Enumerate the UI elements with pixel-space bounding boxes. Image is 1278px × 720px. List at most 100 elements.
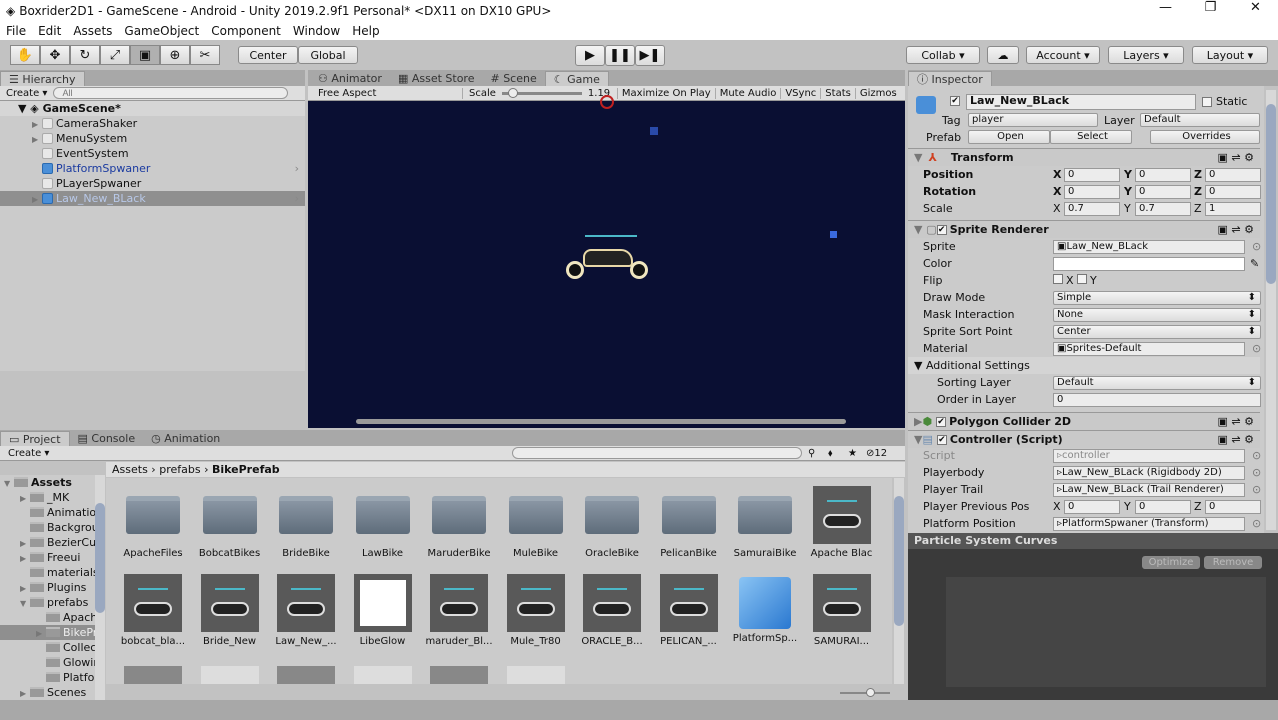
maximize-button[interactable]: ❐ xyxy=(1188,0,1233,15)
layer-dropdown[interactable]: Default xyxy=(1140,113,1260,127)
folder-tree-item[interactable]: Animation xyxy=(0,505,95,520)
hierarchy-item[interactable]: ▶ MenuSystem xyxy=(0,131,305,146)
pivot-global-button[interactable]: Global xyxy=(298,46,358,64)
playerbody-object-field[interactable]: ▹Law_New_BLack (Rigidbody 2D) xyxy=(1053,465,1245,480)
play-button[interactable]: ▶ xyxy=(575,45,605,66)
tab-asset-store[interactable]: ▦ Asset Store xyxy=(390,71,483,86)
project-search-input[interactable] xyxy=(512,447,802,459)
hierarchy-create-button[interactable]: Create ▾ xyxy=(0,88,53,99)
prefab-item[interactable] xyxy=(195,666,265,684)
sort_point-dropdown[interactable]: Center ⬍ xyxy=(1053,324,1261,339)
game-viewport[interactable] xyxy=(308,95,905,428)
inspector-scrollbar[interactable] xyxy=(1266,90,1276,530)
breadcrumb-prefabs[interactable]: prefabs xyxy=(159,463,200,476)
scene-root[interactable]: ▼ ◈ GameScene* xyxy=(0,101,305,116)
account-dropdown[interactable]: Account ▾ xyxy=(1026,46,1100,64)
menu-assets[interactable]: Assets xyxy=(67,24,118,38)
controller-header[interactable]: ▼ ▤ ✔ Controller (Script) ▣ ⇌ ⚙ xyxy=(908,430,1260,448)
expand-arrow-icon[interactable]: ▶ xyxy=(36,626,46,641)
folder-tree-item[interactable]: Background xyxy=(0,520,95,535)
transform-x-field[interactable]: 0 xyxy=(1064,167,1120,182)
folder-item[interactable]: MaruderBike xyxy=(424,496,494,559)
transform-z-field[interactable]: 0 xyxy=(1205,167,1261,182)
component-settings-icon[interactable]: ▣ ⇌ ⚙ xyxy=(1218,415,1254,428)
rect-tool-icon[interactable]: ▣ xyxy=(130,45,160,65)
prefab-item[interactable] xyxy=(501,666,571,684)
tab-project[interactable]: ▭ Project xyxy=(0,431,70,446)
expand-arrow-icon[interactable]: ▶ xyxy=(20,491,30,506)
pause-button[interactable]: ❚❚ xyxy=(605,45,635,66)
prefab-item[interactable] xyxy=(271,666,341,684)
prev-pos-y-field[interactable]: 0 xyxy=(1135,499,1191,514)
icon-size-slider[interactable] xyxy=(840,688,890,697)
folder-tree-item[interactable]: ▶BikePrefab xyxy=(0,625,95,640)
tab-scene[interactable]: # Scene xyxy=(482,71,544,86)
sprite-renderer-enabled-checkbox[interactable]: ✔ xyxy=(936,224,947,235)
draw_mode-dropdown[interactable]: Simple ⬍ xyxy=(1053,290,1261,305)
folder-tree-scrollbar[interactable] xyxy=(95,475,105,700)
object-picker-icon[interactable]: ⊙ xyxy=(1252,483,1261,496)
transform-y-field[interactable]: 0 xyxy=(1135,184,1191,199)
script-object-field[interactable]: ▹controller xyxy=(1053,448,1245,463)
tab-animation[interactable]: ◷ Animation xyxy=(143,431,228,446)
stats-toggle[interactable]: Stats xyxy=(821,87,856,99)
minimize-button[interactable]: — xyxy=(1143,0,1188,15)
object-picker-icon[interactable]: ⊙ xyxy=(1252,517,1261,530)
menu-component[interactable]: Component xyxy=(205,24,287,38)
remove-button[interactable]: Remove xyxy=(1204,556,1262,569)
folder-tree-item[interactable]: Apache xyxy=(0,610,95,625)
folder-tree-item[interactable]: Glowing xyxy=(0,655,95,670)
folder-tree-item[interactable]: ▼ prefabs xyxy=(0,595,95,610)
chevron-right-icon[interactable]: › xyxy=(295,191,299,206)
hierarchy-item[interactable]: ▶ Law_New_BLack › xyxy=(0,191,305,206)
transform-y-field[interactable]: 0.7 xyxy=(1135,201,1191,216)
controller-enabled-checkbox[interactable]: ✔ xyxy=(936,434,947,445)
prefab-item[interactable]: LibeGlow xyxy=(348,574,418,647)
horizontal-scrollbar[interactable] xyxy=(356,419,846,424)
polygon-collider-header[interactable]: ▶ ⬢ ✔ Polygon Collider 2D ▣ ⇌ ⚙ xyxy=(908,412,1260,430)
object-picker-icon[interactable]: ⊙ xyxy=(1252,466,1261,479)
maximize-on-play-toggle[interactable]: Maximize On Play xyxy=(618,87,716,99)
scale-slider[interactable] xyxy=(501,87,582,98)
trail-object-field[interactable]: ▹Law_New_BLack (Trail Renderer) xyxy=(1053,482,1245,497)
folder-tree-item[interactable]: materials xyxy=(0,565,95,580)
material-object-field[interactable]: ▣Sprites-Default xyxy=(1053,341,1245,356)
prefab-item[interactable]: Mule_Tr80 xyxy=(501,574,571,647)
folder-item[interactable]: ApacheFiles xyxy=(118,496,188,559)
tab-game[interactable]: ☾ Game xyxy=(544,71,609,86)
favorites-star-icon[interactable]: ★ xyxy=(848,448,857,459)
transform-z-field[interactable]: 0 xyxy=(1205,184,1261,199)
cloud-icon[interactable]: ☁ xyxy=(987,46,1019,64)
prefab-select-button[interactable]: Select xyxy=(1050,130,1132,144)
tab-console[interactable]: ▤ Console xyxy=(70,431,144,446)
object-picker-icon[interactable]: ⊙ xyxy=(1252,240,1261,253)
additional-settings-foldout[interactable]: ▼ Additional Settings xyxy=(908,357,1260,374)
prefab-item[interactable]: maruder_Bl... xyxy=(424,574,494,647)
component-settings-icon[interactable]: ▣ ⇌ ⚙ xyxy=(1218,223,1254,236)
prefab-item[interactable]: Law_New_... xyxy=(271,574,341,647)
object-picker-icon[interactable]: ⊙ xyxy=(1252,342,1261,355)
project-create-button[interactable]: Create ▾ xyxy=(0,448,57,459)
filter-by-label-icon[interactable]: ⬧ xyxy=(828,448,833,459)
prefab-open-button[interactable]: Open xyxy=(968,130,1050,144)
tab-animator[interactable]: ⚇ Animator xyxy=(310,71,390,86)
aspect-dropdown[interactable]: Free Aspect xyxy=(308,87,463,99)
hierarchy-item[interactable]: EventSystem xyxy=(0,146,305,161)
prefab-overrides-dropdown[interactable]: Overrides xyxy=(1150,130,1260,144)
mask-dropdown[interactable]: None ⬍ xyxy=(1053,307,1261,322)
prefab-item[interactable]: SAMURAI... xyxy=(807,574,877,647)
menu-window[interactable]: Window xyxy=(287,24,346,38)
object-name-input[interactable]: Law_New_BLack xyxy=(966,94,1196,110)
layout-dropdown[interactable]: Layout ▾ xyxy=(1192,46,1268,64)
sprite-renderer-header[interactable]: ▼ ▢ ✔ Sprite Renderer ▣ ⇌ ⚙ xyxy=(908,220,1260,238)
optimize-button[interactable]: Optimize xyxy=(1142,556,1200,569)
folder-item[interactable]: OracleBike xyxy=(577,496,647,559)
rotate-tool-icon[interactable]: ↻ xyxy=(70,45,100,65)
folder-tree-item[interactable]: ▶ _MK xyxy=(0,490,95,505)
close-button[interactable]: ✕ xyxy=(1233,0,1278,15)
folder-item[interactable]: BobcatBikes xyxy=(195,496,265,559)
menu-gameobject[interactable]: GameObject xyxy=(118,24,205,38)
folder-item[interactable]: MuleBike xyxy=(501,496,571,559)
transform-tool-icon[interactable]: ⊕ xyxy=(160,45,190,65)
filter-by-type-icon[interactable]: ⚲ xyxy=(808,448,815,459)
